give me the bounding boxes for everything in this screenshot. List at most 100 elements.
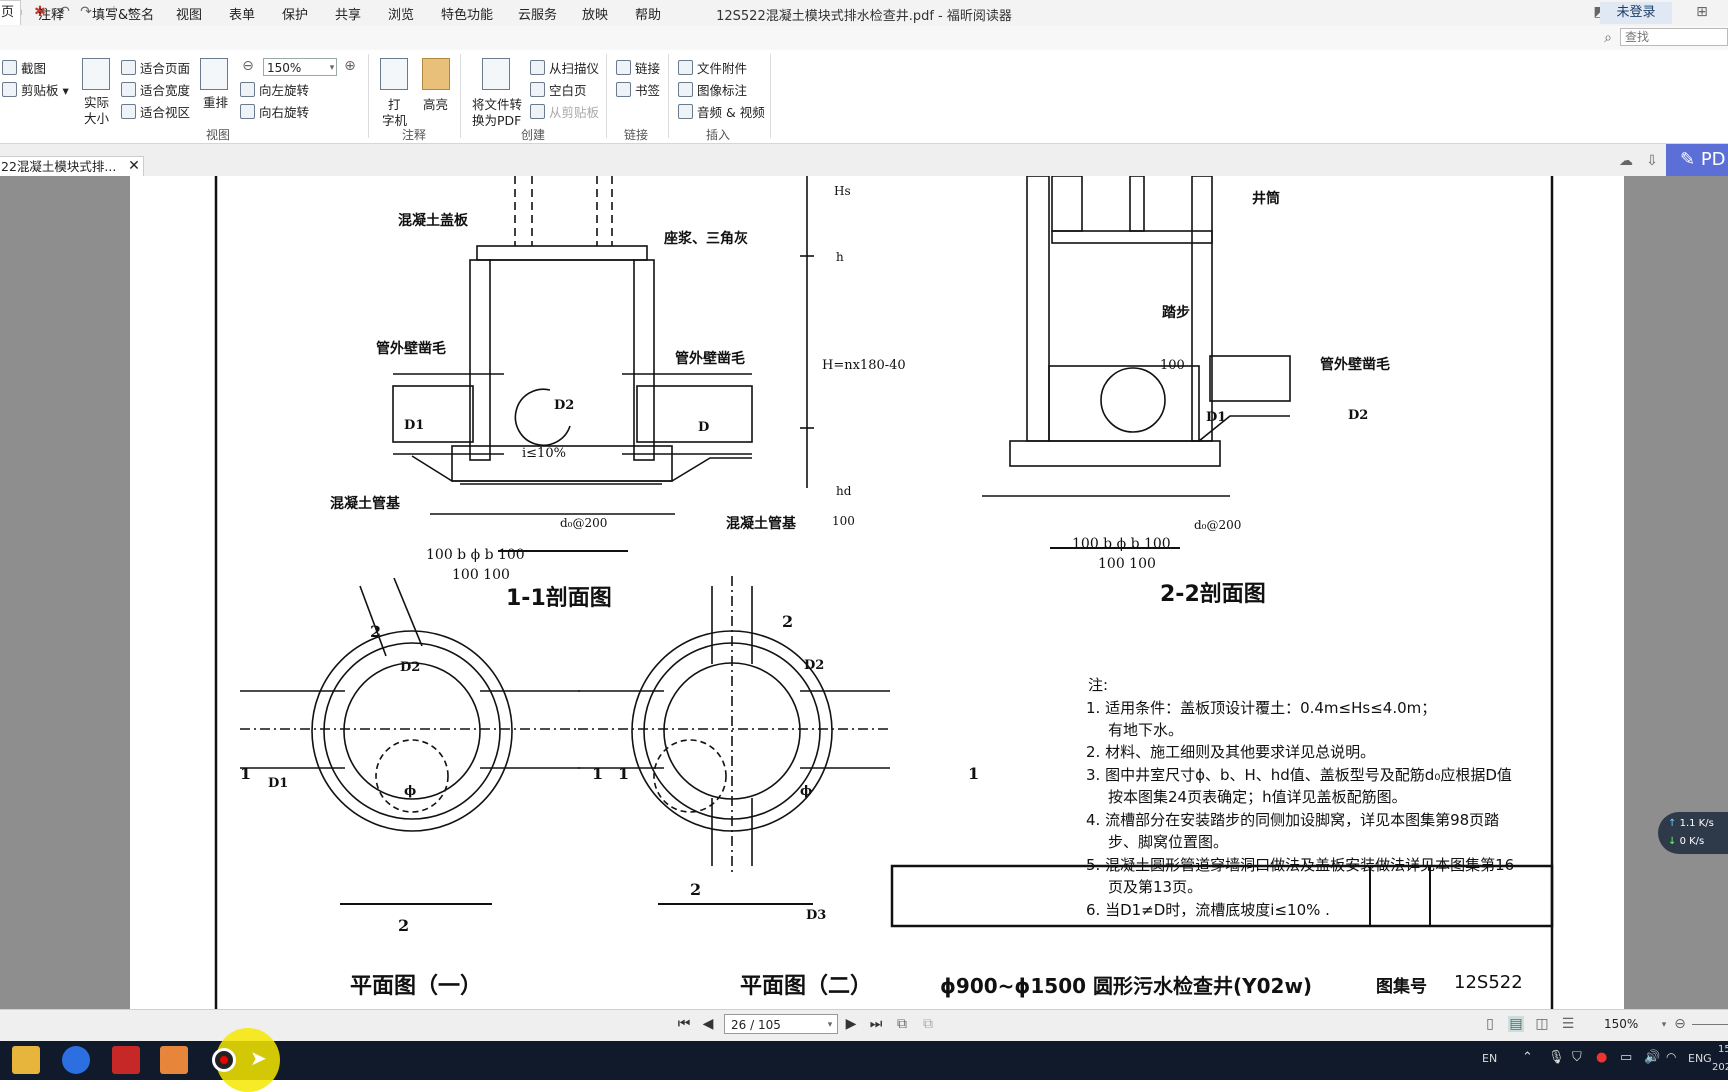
grid-menu-icon[interactable]: ⊞ <box>1694 4 1710 20</box>
document-tab[interactable]: 22混凝土模块式排... <box>0 156 144 176</box>
menu-view[interactable]: 视图 <box>176 4 202 23</box>
previous-page-icon[interactable]: ◀ <box>700 1016 716 1032</box>
shield-icon[interactable]: ⛉ <box>1572 1050 1582 1065</box>
status-zoom-value[interactable]: 150% <box>1604 1017 1638 1031</box>
status-zoom-out-icon[interactable]: ⊖ <box>1672 1016 1688 1032</box>
menu-protect[interactable]: 保护 <box>282 4 308 23</box>
dims-left-bottom: 100 100 <box>452 567 510 583</box>
menu-bar <box>0 26 1728 50</box>
page-number-field[interactable]: 26 / 105 <box>724 1014 838 1034</box>
cloud-icon[interactable]: ☁ <box>1618 153 1634 169</box>
note-6: 6. 当D1≠D时，流槽底坡度i≤10% . <box>1086 901 1330 919</box>
from-scanner-button[interactable]: 从扫描仪 <box>530 58 599 77</box>
zoom-out-icon[interactable]: ⊖ <box>240 58 256 74</box>
convert-label2[interactable]: 换为PDF <box>472 110 521 129</box>
typewriter-icon[interactable] <box>380 58 408 90</box>
actual-size-icon[interactable] <box>82 58 110 90</box>
from-clipboard-button[interactable]: 从剪贴板 <box>530 102 599 121</box>
fit-page-button[interactable]: 适合页面 <box>121 58 190 77</box>
note-5a: 5. 混凝土圆形管道穿墙洞口做法及盖板安装做法详见本图集第16 <box>1086 856 1515 874</box>
zoom-in-icon[interactable]: ⊕ <box>342 58 358 74</box>
blank-page-button[interactable]: 空白页 <box>530 80 587 99</box>
ime-indicator[interactable]: EN <box>1482 1052 1497 1065</box>
previous-view-icon[interactable]: ⧉ <box>894 1016 910 1032</box>
fit-visible-button[interactable]: 适合视区 <box>121 102 190 121</box>
display-icon[interactable]: ▭ <box>1620 1050 1632 1065</box>
first-page-icon[interactable]: ⏮ <box>676 1016 692 1032</box>
label-shaft: 井筒 <box>1252 191 1280 207</box>
ribbon-separator <box>368 54 369 138</box>
highlight-icon[interactable] <box>422 58 450 90</box>
label-slope: i≤10% <box>522 446 566 461</box>
rotate-right-button[interactable]: 向右旋转 <box>240 102 309 121</box>
foxit-reader-icon[interactable] <box>160 1046 188 1074</box>
menu-features[interactable]: 特色功能 <box>441 4 493 23</box>
reflow-icon[interactable] <box>200 58 228 90</box>
engineering-drawing <box>214 176 1554 1009</box>
next-page-icon[interactable]: ▶ <box>843 1016 859 1032</box>
continuous-page-icon[interactable]: ▤ <box>1508 1016 1524 1032</box>
menu-fill-sign[interactable]: 填写&签名 <box>92 4 154 23</box>
file-attachment-button[interactable]: 文件附件 <box>678 58 747 77</box>
single-page-icon[interactable]: ▯ <box>1482 1016 1498 1032</box>
microphone-icon[interactable]: 🎙 <box>1548 1050 1565 1065</box>
screenshot-button[interactable]: 截图 <box>2 58 46 77</box>
facing-page-icon[interactable]: ◫ <box>1534 1016 1550 1032</box>
menu-share[interactable]: 共享 <box>335 4 361 23</box>
clipboard-icon <box>2 82 17 97</box>
paste-icon <box>530 104 545 119</box>
rotate-left-button[interactable]: 向左旋转 <box>240 80 309 99</box>
autocad-icon[interactable] <box>112 1046 140 1074</box>
download-icon[interactable]: ⇩ <box>1644 153 1660 169</box>
link-button[interactable]: 链接 <box>616 58 660 77</box>
clock-time[interactable]: 15 <box>1718 1044 1728 1055</box>
fit-width-button[interactable]: 适合宽度 <box>121 80 190 99</box>
convert-pdf-icon[interactable] <box>482 58 510 90</box>
label-100: 100 <box>1160 358 1185 373</box>
fit-width-icon <box>121 82 136 97</box>
status-zoom-dropdown-icon[interactable]: ▾ <box>1656 1017 1672 1033</box>
close-tab-icon[interactable]: ✕ <box>126 158 142 174</box>
audio-video-button[interactable]: 音频 & 视频 <box>678 102 765 121</box>
note-3a: 3. 图中井室尺寸ϕ、b、H、hd值、盖板型号及配筋d₀应根据D值 <box>1086 766 1512 784</box>
menu-comment[interactable]: 注释 <box>38 4 64 23</box>
image-annotation-button[interactable]: 图像标注 <box>678 80 747 99</box>
continuous-facing-icon[interactable]: ☰ <box>1560 1016 1576 1032</box>
dims-right-bottom: 100 100 <box>1098 556 1156 572</box>
next-view-icon[interactable]: ⧉ <box>920 1016 936 1032</box>
highlight-label[interactable]: 高亮 <box>423 94 448 113</box>
record-tray-icon[interactable]: ● <box>1596 1050 1607 1065</box>
language-indicator[interactable]: ENG <box>1688 1052 1712 1065</box>
file-explorer-icon[interactable] <box>12 1046 40 1074</box>
group-view-label: 视图 <box>206 128 231 142</box>
zoom-slider[interactable] <box>1692 1024 1728 1025</box>
pen-icon: ✎ <box>1680 149 1696 170</box>
volume-icon[interactable]: 🔊 <box>1644 1050 1660 1065</box>
reflow-label[interactable]: 重排 <box>203 92 228 111</box>
network-speed-widget: ↑ 1.1 K/s ↓ 0 K/s <box>1658 812 1728 854</box>
zoom-dropdown-icon[interactable]: ▾ <box>324 60 340 76</box>
menu-slideshow[interactable]: 放映 <box>582 4 608 23</box>
link-icon <box>616 60 631 75</box>
page-dropdown-icon[interactable]: ▾ <box>822 1017 838 1033</box>
label-d2-right: D2 <box>1348 408 1369 423</box>
bookmark-button[interactable]: 书签 <box>616 80 660 99</box>
search-input[interactable] <box>1620 28 1728 46</box>
menu-help[interactable]: 帮助 <box>635 4 661 23</box>
label-d2: D2 <box>554 398 575 413</box>
search-icon: ⌕ <box>1604 30 1612 46</box>
login-button[interactable]: 未登录 <box>1600 2 1672 24</box>
menu-browse[interactable]: 浏览 <box>388 4 414 23</box>
pdf-editor-button[interactable]: ✎ PD <box>1666 144 1728 176</box>
clock-date[interactable]: 202 <box>1712 1062 1728 1073</box>
clipboard-button[interactable]: 剪贴板 ▾ <box>2 80 69 99</box>
menu-form[interactable]: 表单 <box>229 4 255 23</box>
title-block-atlas-label: 图集号 <box>1376 977 1427 997</box>
menu-cloud[interactable]: 云服务 <box>518 4 557 23</box>
actual-size-label2[interactable]: 大小 <box>84 108 109 127</box>
browser-icon[interactable] <box>62 1046 90 1074</box>
tray-expand-icon[interactable]: ⌃ <box>1522 1050 1533 1065</box>
menu-home[interactable]: 页 <box>0 0 22 25</box>
wifi-icon[interactable]: ◠ <box>1666 1050 1676 1064</box>
last-page-icon[interactable]: ⏭ <box>868 1016 884 1032</box>
